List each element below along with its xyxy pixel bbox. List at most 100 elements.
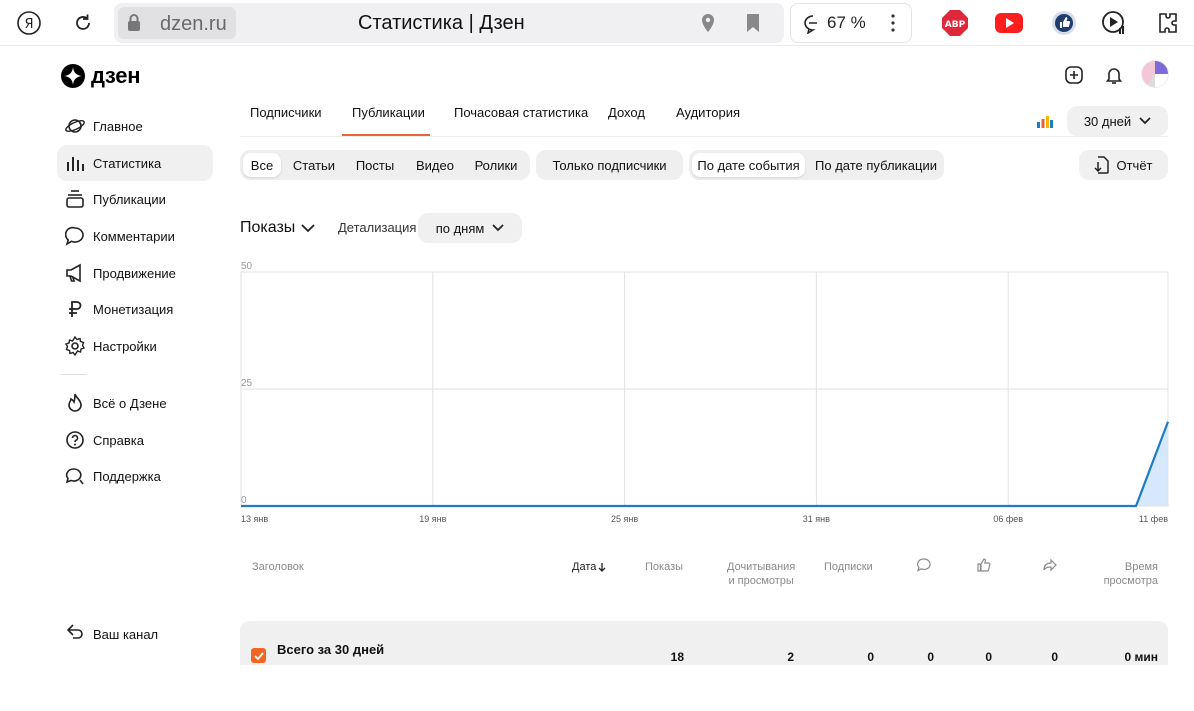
chart-bars-icon [1037, 114, 1053, 128]
sort-down-icon [598, 562, 606, 572]
detail-label: Детализация [338, 220, 417, 235]
total-checkbox[interactable] [251, 648, 266, 663]
sidebar-item-settings[interactable]: Настройки [57, 328, 213, 364]
filter-video[interactable]: Видео [410, 153, 460, 177]
sidebar-item-label: Комментарии [93, 228, 175, 244]
period-dropdown[interactable]: 30 дней [1067, 106, 1168, 136]
x-tick-label: 31 янв [803, 514, 830, 524]
stack-icon [65, 189, 85, 209]
col-subs[interactable]: Подписки [824, 560, 873, 574]
filter-shorts[interactable]: Ролики [470, 153, 522, 177]
col-watch-time[interactable]: Время просмотра [1100, 560, 1158, 588]
series-line [241, 421, 1170, 508]
back-arrow-icon [65, 622, 85, 647]
youtube-icon[interactable] [994, 8, 1024, 38]
thumbs-up-icon[interactable] [1049, 8, 1079, 38]
sidebar-divider [61, 374, 87, 375]
add-icon[interactable] [1061, 62, 1087, 88]
help-icon [65, 430, 85, 450]
sidebar-item-comments[interactable]: Комментарии [57, 218, 213, 254]
subscribers-only-toggle[interactable]: Только подписчики [536, 150, 683, 180]
report-label: Отчёт [1116, 157, 1153, 173]
filter-posts[interactable]: Посты [350, 153, 400, 177]
your-channel-label: Ваш канал [93, 627, 159, 642]
x-tick-label: 25 янв [611, 514, 638, 524]
report-button[interactable]: Отчёт [1079, 150, 1168, 180]
comment-icon [65, 226, 85, 246]
detail-dropdown[interactable]: по дням [418, 213, 522, 243]
y-tick-label: 25 [241, 378, 253, 389]
x-tick-label: 19 янв [419, 514, 446, 524]
svg-text:Я: Я [24, 17, 33, 32]
sidebar-item-label: Поддержка [93, 468, 161, 484]
browser-toolbar: Я dzen.ru Статистика | Дзен 67 % ABP [0, 0, 1194, 46]
col-views[interactable]: Показы [645, 560, 683, 574]
check-icon [253, 651, 264, 660]
sidebar-item-publications[interactable]: Публикации [57, 181, 213, 217]
sidebar-item-promotion[interactable]: Продвижение [57, 255, 213, 291]
total-watch-time: 0 мин [1124, 650, 1158, 664]
col-date[interactable]: Дата [572, 560, 606, 574]
sidebar-item-main[interactable]: Главное [57, 108, 213, 144]
sidebar-item-monetization[interactable]: Монетизация [57, 291, 213, 327]
svg-text:ABP: ABP [945, 20, 966, 30]
x-tick-label: 11 фев [1139, 514, 1168, 524]
col-reads-line1: Дочитывания [727, 561, 796, 573]
sidebar-item-label: Настройки [93, 338, 157, 354]
bell-icon[interactable] [1101, 62, 1127, 88]
stats-icon [65, 153, 85, 173]
play-icon[interactable] [1099, 8, 1129, 38]
like-icon[interactable] [976, 557, 992, 573]
sidebar-item-help[interactable]: Справка [57, 422, 213, 458]
domain-text: dzen.ru [160, 13, 227, 35]
filter-articles[interactable]: Статьи [288, 153, 340, 177]
avatar[interactable] [1141, 60, 1169, 88]
filter-all[interactable]: Все [243, 153, 281, 177]
metric-dropdown[interactable]: Показы [240, 219, 315, 237]
metric-label: Показы [240, 219, 296, 236]
lock-icon [126, 13, 142, 38]
date-mode-publication[interactable]: По дате публикации [811, 153, 941, 177]
planet-icon [65, 116, 85, 136]
sidebar-item-label: Справка [93, 432, 144, 448]
page-title: Статистика | Дзен [358, 12, 525, 34]
sidebar-item-label: Публикации [93, 191, 166, 207]
col-reads[interactable]: Дочитывания и просмотры [727, 560, 795, 588]
more-vertical-icon[interactable] [891, 14, 895, 37]
adblock-icon[interactable]: ABP [940, 8, 970, 38]
total-subs: 0 [867, 650, 874, 664]
megaphone-icon [65, 263, 85, 283]
views-chart: 0 25 50 13 янв 19 янв 25 янв 31 янв 06 фев 11 фе… [240, 261, 1170, 524]
tab-hourly[interactable]: Почасовая статистика [454, 105, 588, 120]
reload-icon[interactable] [68, 8, 98, 38]
dzen-logo[interactable]: дзен [61, 63, 141, 89]
share-icon[interactable] [1042, 557, 1058, 573]
col-date-label: Дата [572, 561, 597, 573]
total-row-title: Всего за 30 дней [277, 642, 385, 657]
col-time-line2: просмотра [1103, 575, 1158, 587]
date-mode-event[interactable]: По дате события [692, 153, 805, 177]
sidebar-item-support[interactable]: Поддержка [57, 458, 213, 494]
sidebar-item-statistics[interactable]: Статистика [57, 145, 213, 181]
x-tick-label: 06 фев [993, 514, 1023, 524]
tab-publications[interactable]: Публикации [352, 105, 425, 120]
gear-icon [65, 336, 85, 356]
location-icon[interactable] [700, 13, 716, 38]
y-tick-label: 0 [241, 495, 247, 506]
tab-audience[interactable]: Аудитория [676, 105, 740, 120]
yandex-browser-icon[interactable]: Я [14, 8, 44, 38]
zoom-control[interactable]: 67 % [790, 3, 912, 43]
col-title[interactable]: Заголовок [252, 560, 304, 574]
sidebar-item-label: Продвижение [93, 265, 176, 281]
your-channel-link[interactable]: Ваш канал [57, 622, 158, 647]
tab-income[interactable]: Доход [608, 105, 645, 120]
total-likes: 0 [985, 650, 992, 664]
comment-icon[interactable] [916, 557, 932, 573]
bookmark-icon[interactable] [746, 13, 760, 38]
tab-subscribers[interactable]: Подписчики [250, 105, 322, 120]
puzzle-icon[interactable] [1153, 8, 1183, 38]
total-reads: 2 [787, 650, 794, 664]
address-bar[interactable]: dzen.ru Статистика | Дзен [114, 3, 784, 43]
sidebar-item-about[interactable]: Всё о Дзене [57, 385, 213, 421]
total-views: 18 [670, 650, 684, 664]
